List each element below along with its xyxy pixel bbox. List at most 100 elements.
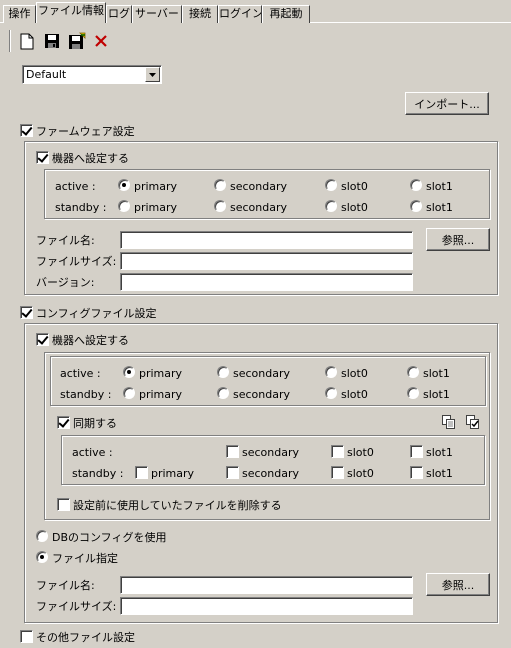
firmware-version-field[interactable] [120, 273, 413, 291]
firmware-standby-slot0-label: slot0 [341, 201, 368, 214]
config-active-secondary-label: secondary [233, 367, 291, 380]
toolbar-separator [9, 30, 11, 52]
config-standby-primary-radio[interactable] [123, 387, 135, 399]
config-file-size-label: ファイルサイズ: [36, 600, 117, 613]
sync-standby-secondary-checkbox[interactable] [226, 466, 239, 479]
firmware-file-name-label: ファイル名: [36, 234, 95, 247]
firmware-version-label: バージョン: [36, 276, 95, 289]
config-sync-checkbox[interactable] [57, 416, 70, 429]
firmware-standby-slot0-radio[interactable] [325, 200, 337, 212]
config-active-slot0-label: slot0 [341, 367, 368, 380]
config-apply-checkbox[interactable] [36, 333, 49, 346]
tab-operation[interactable]: 操作 [3, 5, 36, 23]
config-section-label: コンフィグファイル設定 [36, 307, 157, 320]
config-standby-secondary-radio[interactable] [217, 387, 229, 399]
new-file-icon[interactable] [18, 31, 36, 51]
config-active-slot1-radio[interactable] [407, 366, 419, 378]
config-standby-secondary-label: secondary [233, 388, 291, 401]
sync-standby-secondary-label: secondary [242, 467, 300, 480]
config-active-primary-radio[interactable] [123, 366, 135, 378]
firmware-standby-slot1-radio[interactable] [410, 200, 422, 212]
tab-bar: 操作 ファイル情報 ログ サーバー 接続 ログイン 再起動 [0, 0, 511, 23]
firmware-standby-label: standby : [55, 201, 107, 214]
config-file-name-label: ファイル名: [36, 579, 95, 592]
firmware-standby-secondary-label: secondary [230, 201, 288, 214]
tab-restart[interactable]: 再起動 [262, 5, 310, 23]
sync-active-slot0-checkbox[interactable] [331, 445, 344, 458]
copy-checked-icon[interactable] [465, 414, 481, 430]
config-browse-button[interactable]: 参照... [426, 573, 490, 596]
config-standby-slot0-radio[interactable] [325, 387, 337, 399]
sync-standby-label: standby : [72, 467, 124, 480]
config-section-checkbox[interactable] [20, 306, 33, 319]
firmware-active-label: active : [55, 180, 96, 193]
db-config-radio[interactable] [36, 530, 48, 542]
sync-active-secondary-checkbox[interactable] [226, 445, 239, 458]
sync-standby-primary-checkbox[interactable] [135, 466, 148, 479]
import-button[interactable]: インポート... [405, 92, 489, 115]
firmware-active-primary-label: primary [134, 180, 178, 193]
db-config-label: DBのコンフィグを使用 [52, 531, 167, 544]
firmware-file-name-field[interactable] [120, 231, 413, 249]
firmware-browse-button[interactable]: 参照... [426, 228, 490, 251]
tab-file-info[interactable]: ファイル情報 [36, 2, 106, 23]
config-standby-slot1-label: slot1 [423, 388, 450, 401]
save-icon[interactable] [43, 31, 61, 51]
tab-log[interactable]: ログ [106, 5, 132, 23]
config-standby-slot0-label: slot0 [341, 388, 368, 401]
tab-connection[interactable]: 接続 [182, 5, 218, 23]
config-active-slot0-radio[interactable] [325, 366, 337, 378]
delete-icon[interactable] [92, 31, 110, 51]
delete-previous-file-checkbox[interactable] [57, 498, 70, 511]
file-specify-radio[interactable] [36, 551, 48, 563]
config-standby-slot1-radio[interactable] [407, 387, 419, 399]
other-section-label: その他ファイル設定 [36, 631, 135, 644]
firmware-standby-slot1-label: slot1 [426, 201, 453, 214]
firmware-section-label: ファームウェア設定 [36, 125, 135, 138]
firmware-file-size-label: ファイルサイズ: [36, 255, 117, 268]
firmware-apply-label: 機器へ設定する [52, 152, 129, 165]
config-apply-label: 機器へ設定する [52, 334, 129, 347]
save-as-icon[interactable] [68, 31, 86, 51]
firmware-file-size-field[interactable] [120, 252, 413, 270]
sync-active-slot1-checkbox[interactable] [410, 445, 423, 458]
config-sync-label: 同期する [73, 417, 117, 430]
sync-active-slot1-label: slot1 [426, 446, 453, 459]
other-section-checkbox[interactable] [20, 630, 33, 643]
firmware-active-slot1-radio[interactable] [410, 179, 422, 191]
config-file-name-field[interactable] [120, 576, 413, 594]
config-active-secondary-radio[interactable] [217, 366, 229, 378]
copy-files-icon[interactable] [441, 414, 457, 430]
config-active-label: active : [60, 367, 101, 380]
chevron-down-icon[interactable] [145, 67, 160, 82]
firmware-active-primary-radio[interactable] [118, 179, 130, 191]
file-specify-label: ファイル指定 [52, 552, 118, 565]
firmware-active-slot0-label: slot0 [341, 180, 368, 193]
firmware-apply-checkbox[interactable] [36, 151, 49, 164]
profile-select[interactable]: Default [22, 65, 162, 84]
profile-select-value: Default [26, 68, 67, 81]
firmware-active-secondary-radio[interactable] [214, 179, 226, 191]
firmware-section-checkbox[interactable] [20, 124, 33, 137]
delete-previous-file-label: 設定前に使用していたファイルを削除する [73, 499, 282, 512]
config-file-size-field[interactable] [120, 597, 413, 615]
firmware-standby-primary-radio[interactable] [118, 200, 130, 212]
tab-login[interactable]: ログイン [218, 5, 262, 23]
config-standby-label: standby : [60, 388, 112, 401]
config-active-slot1-label: slot1 [423, 367, 450, 380]
sync-active-slot0-label: slot0 [347, 446, 374, 459]
sync-active-label: active : [72, 446, 113, 459]
sync-standby-slot0-label: slot0 [347, 467, 374, 480]
sync-active-secondary-label: secondary [242, 446, 300, 459]
config-active-primary-label: primary [139, 367, 183, 380]
firmware-active-slot1-label: slot1 [426, 180, 453, 193]
firmware-standby-primary-label: primary [134, 201, 178, 214]
firmware-standby-secondary-radio[interactable] [214, 200, 226, 212]
tab-server[interactable]: サーバー [132, 5, 182, 23]
sync-standby-slot0-checkbox[interactable] [331, 466, 344, 479]
sync-standby-slot1-label: slot1 [426, 467, 453, 480]
firmware-active-slot0-radio[interactable] [325, 179, 337, 191]
config-standby-primary-label: primary [139, 388, 183, 401]
sync-standby-slot1-checkbox[interactable] [410, 466, 423, 479]
sync-standby-primary-label: primary [151, 467, 195, 480]
